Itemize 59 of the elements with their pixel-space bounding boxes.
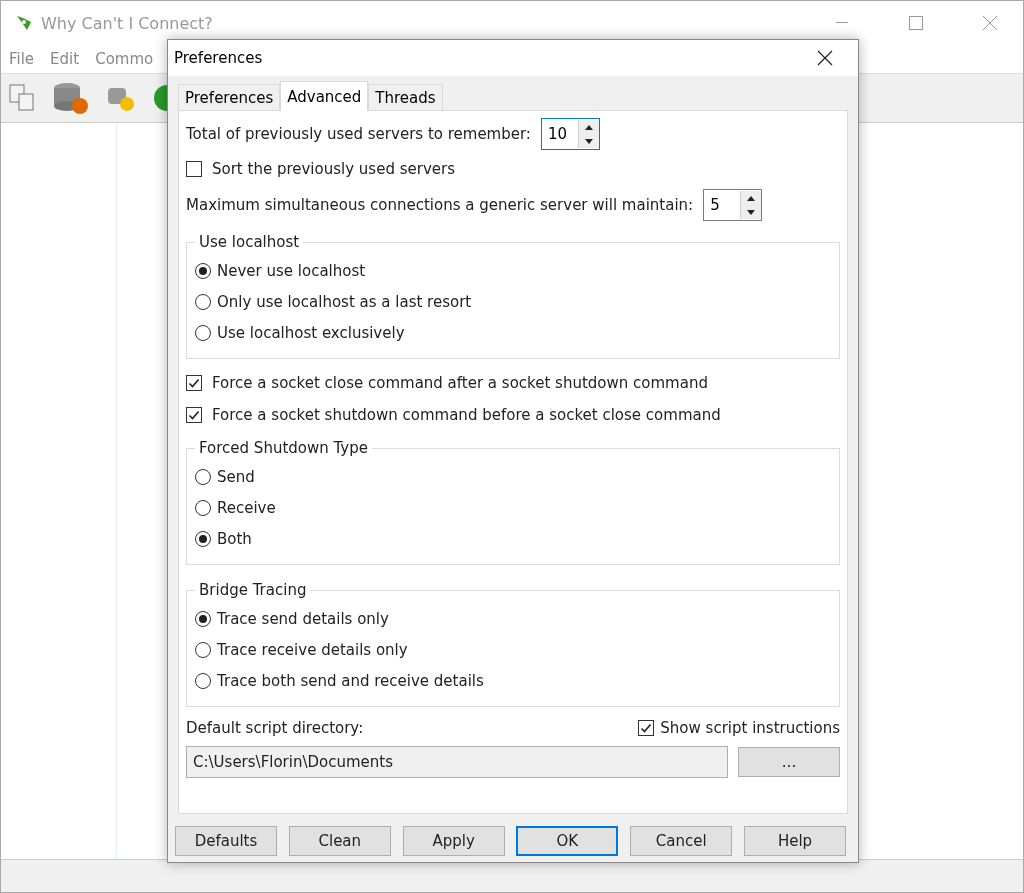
radio-button[interactable] [195,641,211,658]
down-arrow-icon [584,138,593,144]
dialog-button[interactable]: Cancel [630,826,733,856]
dialog-title: Preferences [174,49,264,67]
down-arrow-icon [747,209,756,215]
radio-button[interactable] [195,672,211,689]
radio-label[interactable]: Only use localhost as a last resort [217,292,472,311]
group-title: Bridge Tracing [198,581,308,599]
spin-down-button[interactable] [578,134,599,148]
radio-label[interactable]: Never use localhost [217,261,366,280]
dialog-button[interactable]: Apply [402,826,505,856]
tab[interactable]: Threads [368,84,443,110]
spin-down-button[interactable] [741,205,762,219]
radio-label[interactable]: Trace send details only [217,609,389,628]
up-arrow-icon [584,124,593,130]
group-title: Forced Shutdown Type [198,439,369,457]
up-arrow-icon [747,195,756,201]
number-spinner[interactable]: 5 [703,189,763,221]
field-label: Default script directory: [186,719,365,737]
checkbox[interactable] [186,161,202,177]
path-field[interactable]: C:\Users\Florin\Documents [186,746,728,778]
tab[interactable]: Advanced [280,81,369,111]
radio-button[interactable] [195,293,211,310]
spinner-label: Maximum simultaneous connections a generic server will maintain: [186,196,694,214]
radio-button[interactable] [195,530,211,547]
checkbox[interactable] [186,375,202,391]
radio-button[interactable] [195,468,211,485]
browse-button[interactable]: ... [738,747,840,777]
spin-up-button[interactable] [578,120,599,134]
app-logo-icon [15,14,33,32]
radio-button[interactable] [195,262,211,279]
window-title: Why Can't I Connect? [41,13,214,33]
radio-label[interactable]: Receive [217,498,276,517]
radio-button[interactable] [195,324,211,341]
dialog-button[interactable]: Clean [288,826,391,856]
radio-button[interactable] [195,610,211,627]
radio-label[interactable]: Use localhost exclusively [217,323,405,342]
checkbox[interactable] [638,720,655,736]
radio-button[interactable] [195,499,211,516]
menu-item[interactable]: File [9,50,35,68]
number-spinner[interactable]: 10 [540,118,600,150]
radio-label[interactable]: Both [217,529,252,548]
checkbox-label[interactable]: Force a socket close command after a socket shutdown command [212,374,708,392]
menu-item[interactable]: Edit [50,50,80,68]
dialog-button[interactable]: Defaults [175,826,277,856]
radio-label[interactable]: Send [217,467,255,486]
dialog-button[interactable]: OK [516,826,619,856]
dialog-button[interactable]: Help [744,826,846,856]
checkbox-label[interactable]: Show script instructions [660,719,840,737]
radio-label[interactable]: Trace both send and receive details [217,671,484,690]
tab[interactable]: Preferences [178,84,281,110]
checkbox[interactable] [186,407,202,423]
checkbox-label[interactable]: Sort the previously used servers [212,160,455,178]
menu-item[interactable]: Commo [95,50,154,68]
spin-up-button[interactable] [741,191,762,205]
group-title: Use localhost [198,233,301,251]
checkbox-label[interactable]: Force a socket shutdown command before a socket close command [212,406,721,424]
radio-label[interactable]: Trace receive details only [217,640,408,659]
spinner-label: Total of previously used servers to remember: [186,125,531,143]
